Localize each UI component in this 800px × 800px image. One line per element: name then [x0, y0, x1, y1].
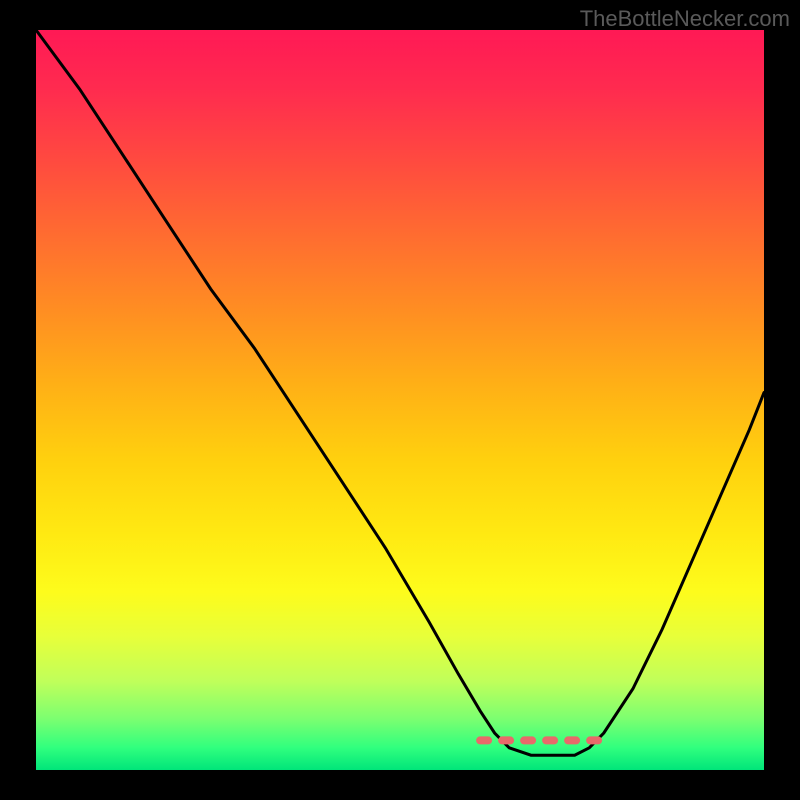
chart-svg: [36, 30, 764, 770]
bottleneck-curve: [36, 30, 764, 755]
watermark-text: TheBottleNecker.com: [580, 6, 790, 32]
chart-plot-area: [36, 30, 764, 770]
